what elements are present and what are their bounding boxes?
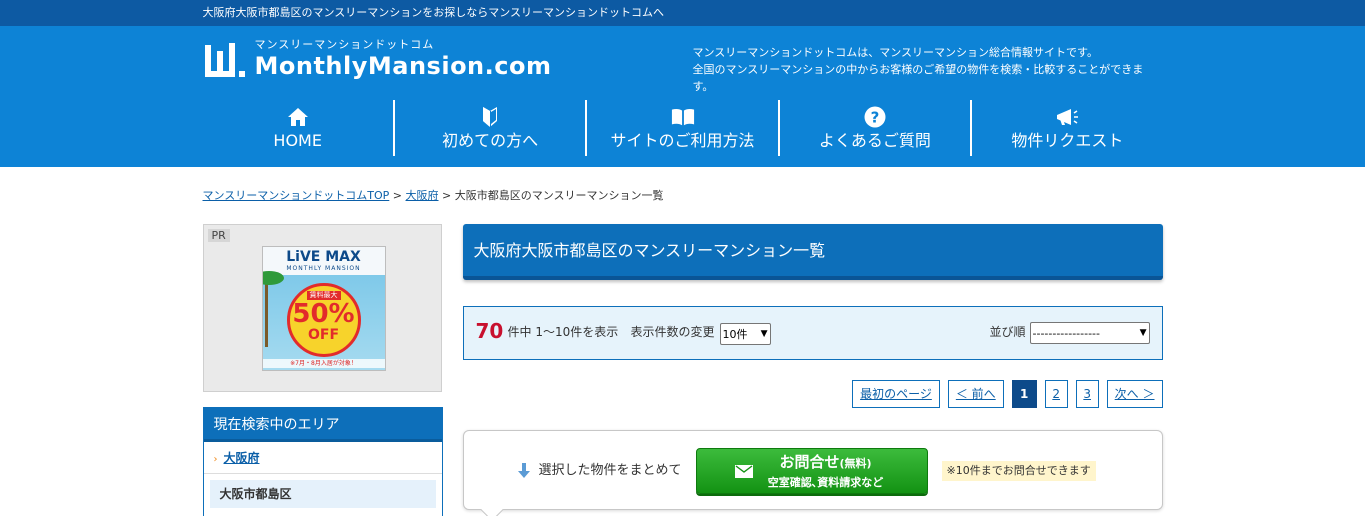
- nav-beginners-label: 初めての方へ: [442, 131, 539, 150]
- palm-tree-illustration: [262, 271, 287, 347]
- inquiry-limit-note: ※10件までお問合せできます: [941, 461, 1096, 481]
- page-content: PR LiVE MAX MONTHLY MANSION 賃料最大 50% OFF…: [202, 224, 1163, 516]
- pr-ad-box: PR LiVE MAX MONTHLY MANSION 賃料最大 50% OFF…: [202, 224, 442, 392]
- page-title: 大阪府大阪市都島区のマンスリーマンション一覧: [462, 224, 1163, 280]
- sort-value: -----------------: [1032, 326, 1100, 340]
- pager-page-1[interactable]: 1: [1011, 380, 1037, 408]
- banner-brand-sub: MONTHLY MANSION: [286, 265, 361, 272]
- results-control-bar: 70 件中 1～10件を表示 表示件数の変更 10件 ▼ 並び順 -------…: [462, 306, 1163, 360]
- pager-page-2[interactable]: 2: [1044, 380, 1068, 408]
- nav-faq[interactable]: ? よくあるご質問: [780, 100, 973, 156]
- breadcrumb-top-link[interactable]: マンスリーマンションドットコムTOP: [203, 189, 390, 202]
- result-count: 70: [475, 319, 504, 343]
- nav-howto-label: サイトのご利用方法: [610, 131, 755, 150]
- sort-label: 並び順: [989, 325, 1026, 339]
- breadcrumb-separator: >: [438, 189, 455, 202]
- inquiry-button-sub: 空室確認､資料請求など: [767, 476, 884, 489]
- top-announcement-bar: 大阪府大阪市都島区のマンスリーマンションをお探しならマンスリーマンションドットコ…: [0, 0, 1365, 26]
- svg-text:?: ?: [871, 109, 880, 127]
- top-announcement-text: 大阪府大阪市都島区のマンスリーマンションをお探しならマンスリーマンションドットコ…: [202, 6, 665, 19]
- breadcrumb-separator: >: [389, 189, 406, 202]
- speech-bubble-tail: [480, 498, 503, 516]
- chevron-down-icon: ▼: [1139, 328, 1147, 338]
- book-icon: [671, 105, 695, 129]
- per-page-value: 10件: [722, 328, 748, 341]
- site-header: マンスリーマンションドットコム MonthlyMansion.com マンスリー…: [0, 26, 1365, 167]
- area-pref-row: › 大阪府: [203, 442, 442, 474]
- inquiry-lead-text: 選択した物件をまとめて: [538, 463, 682, 478]
- inquiry-button-free: (無料): [839, 457, 872, 470]
- nav-home[interactable]: HOME: [203, 100, 395, 156]
- area-pref-link[interactable]: 大阪府: [224, 451, 260, 465]
- per-page-label: 表示件数の変更: [630, 325, 715, 339]
- pager-first[interactable]: 最初のページ: [852, 380, 940, 408]
- area-city-current: 大阪市都島区: [209, 480, 436, 508]
- bulk-inquiry-button[interactable]: お問合せ(無料) 空室確認､資料請求など: [695, 448, 928, 494]
- pager-next[interactable]: 次へ ＞: [1106, 380, 1163, 408]
- bulk-inquiry-box: 選択した物件をまとめて お問合せ(無料) 空室確認､資料請求など ※10件までお…: [462, 430, 1163, 516]
- inquiry-button-label: お問合せ: [779, 453, 840, 471]
- current-area-panel: 現在検索中のエリア › 大阪府 大阪市都島区: [202, 407, 443, 516]
- discount-badge: 賃料最大 50% OFF: [286, 283, 361, 357]
- nav-howto[interactable]: サイトのご利用方法: [587, 100, 780, 156]
- pager-page-3[interactable]: 3: [1075, 380, 1099, 408]
- site-tagline: マンスリーマンションドットコムは、マンスリーマンション総合情報サイトです。 全国…: [693, 44, 1163, 95]
- arrow-down-icon: [517, 463, 530, 478]
- badge-off: OFF: [307, 327, 340, 343]
- logo-wordmark: MonthlyMansion.com: [254, 52, 552, 80]
- site-logo[interactable]: マンスリーマンションドットコム MonthlyMansion.com: [203, 38, 552, 80]
- livemax-ad-banner[interactable]: LiVE MAX MONTHLY MANSION 賃料最大 50% OFF ※7…: [261, 246, 386, 371]
- main-nav: HOME 初めての方へ サイトのご利用方法 ? よくあるご質問 物件リクエスト: [203, 100, 1163, 156]
- pr-label: PR: [207, 229, 230, 242]
- chevron-down-icon: ▼: [760, 329, 768, 339]
- nav-home-label: HOME: [273, 131, 322, 150]
- breadcrumb-current: 大阪市都島区のマンスリーマンション一覧: [454, 189, 664, 202]
- beginner-mark-icon: [478, 105, 502, 129]
- pager-prev[interactable]: ＜ 前へ: [947, 380, 1004, 408]
- nav-request[interactable]: 物件リクエスト: [972, 100, 1162, 156]
- chevron-right-icon: ›: [213, 454, 218, 465]
- tagline-line-2: 全国のマンスリーマンションの中からお客様のご希望の物件を検索・比較することができ…: [692, 63, 1144, 93]
- banner-brand: LiVE MAX: [286, 249, 361, 265]
- question-circle-icon: ?: [863, 105, 887, 129]
- building-logo-icon: [204, 43, 245, 77]
- nav-request-label: 物件リクエスト: [1011, 131, 1124, 150]
- result-range-text: 件中 1～10件を表示: [507, 325, 619, 339]
- main-column: 大阪府大阪市都島区のマンスリーマンション一覧 70 件中 1～10件を表示 表示…: [462, 224, 1163, 516]
- current-area-heading: 現在検索中のエリア: [203, 408, 442, 442]
- logo-subtitle: マンスリーマンションドットコム: [254, 38, 435, 51]
- breadcrumb-osaka-link[interactable]: 大阪府: [406, 189, 439, 202]
- tagline-line-1: マンスリーマンションドットコムは、マンスリーマンション総合情報サイトです。: [692, 46, 1098, 59]
- nav-faq-label: よくあるご質問: [818, 131, 931, 150]
- per-page-select[interactable]: 10件 ▼: [719, 323, 771, 345]
- breadcrumb: マンスリーマンションドットコムTOP > 大阪府 > 大阪市都島区のマンスリーマ…: [203, 167, 1163, 224]
- sort-select[interactable]: ----------------- ▼: [1029, 322, 1150, 344]
- megaphone-icon: [1055, 105, 1079, 129]
- home-icon: [286, 105, 310, 129]
- mail-icon: [734, 465, 753, 478]
- nav-beginners[interactable]: 初めての方へ: [395, 100, 588, 156]
- badge-percent: 50%: [292, 299, 355, 329]
- banner-footnote: ※7月・8月入居が対象！: [262, 359, 385, 368]
- pagination: 最初のページ ＜ 前へ 1 2 3 次へ ＞: [463, 380, 1163, 410]
